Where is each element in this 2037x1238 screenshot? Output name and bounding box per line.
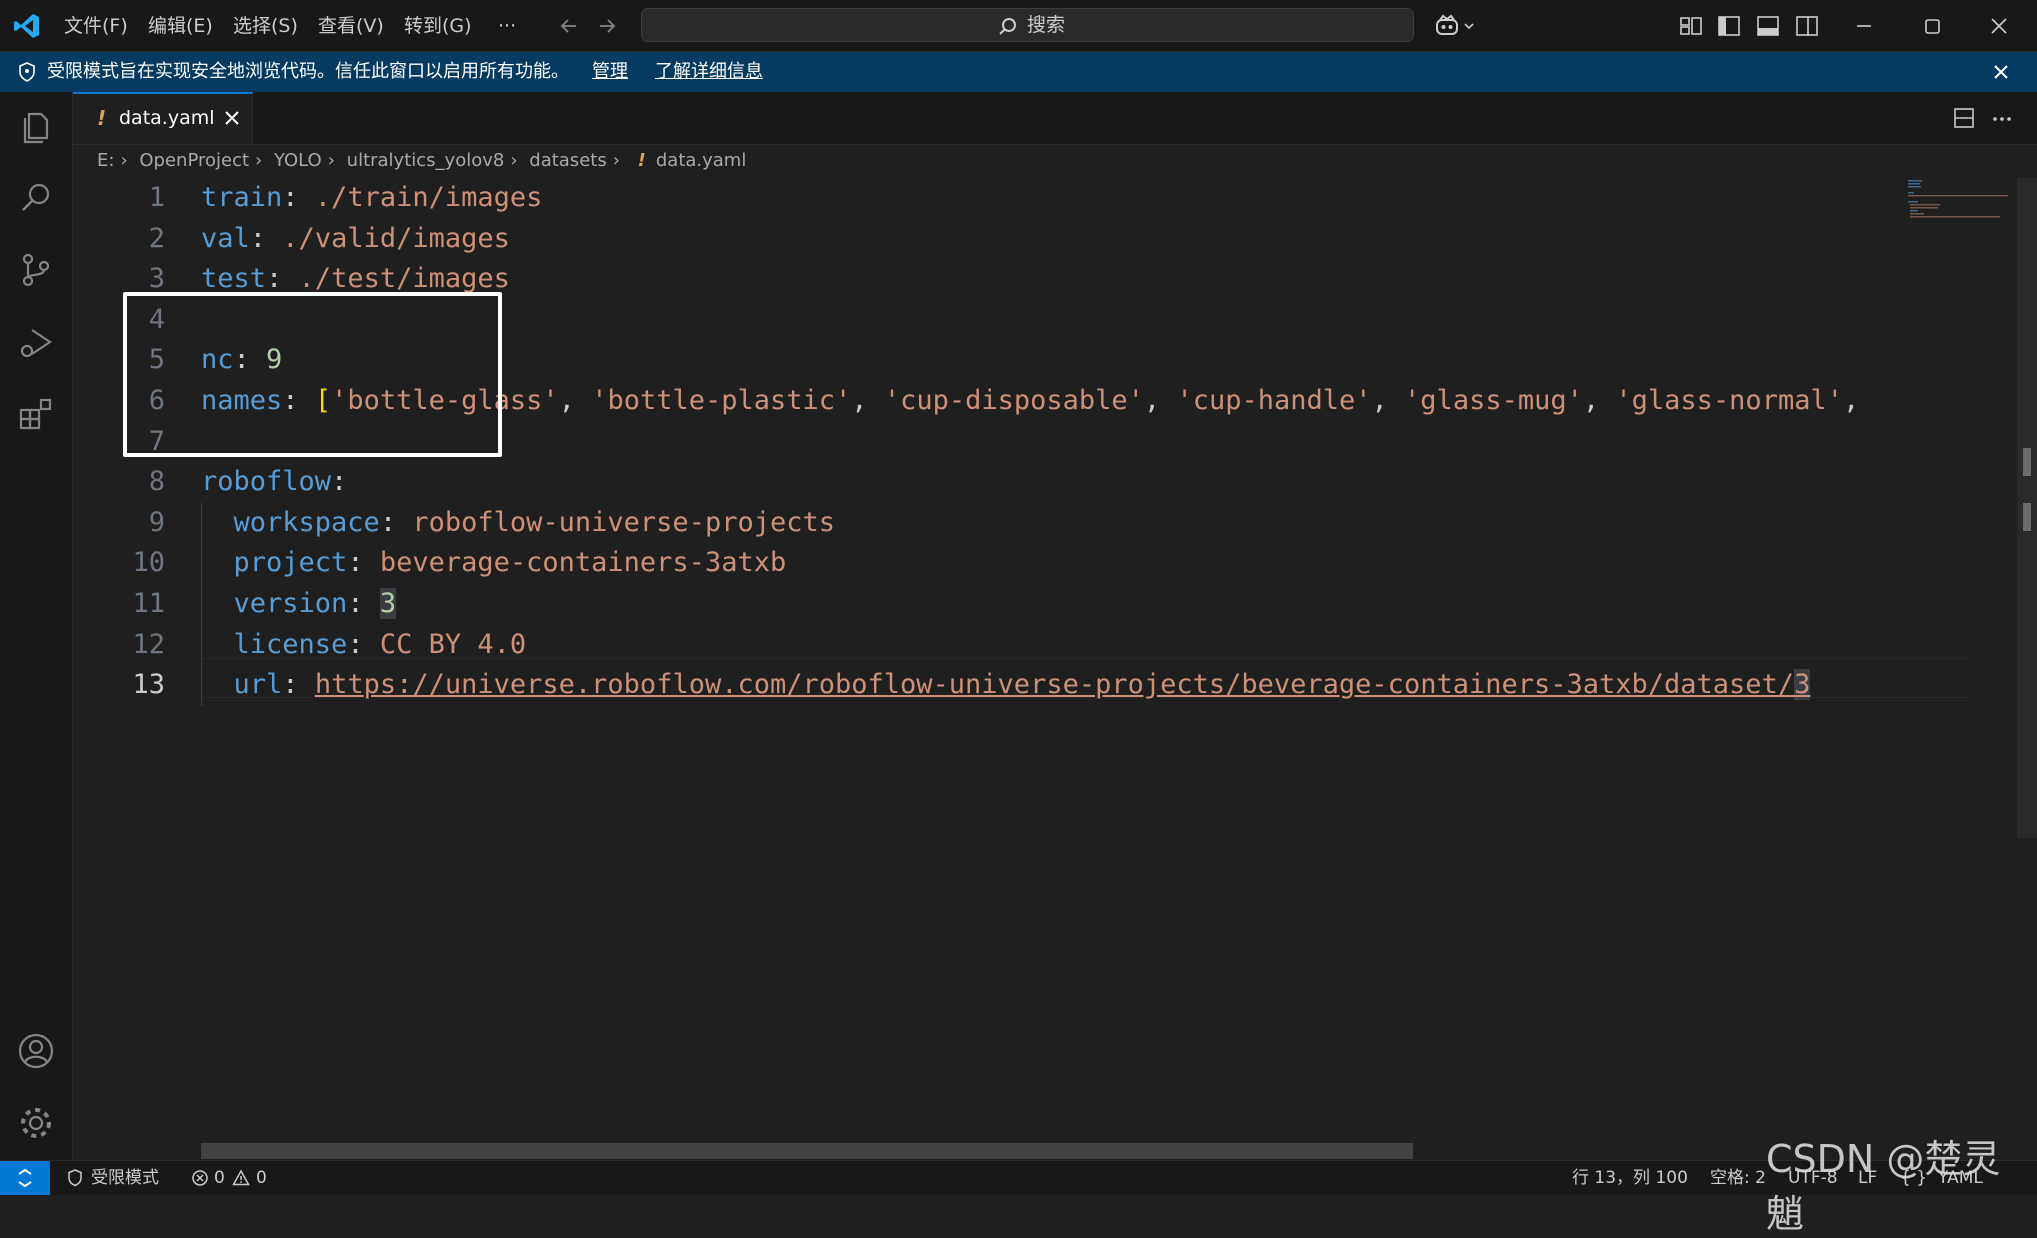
code-line-2: val: ./valid/images [201, 222, 510, 254]
scroll-marker [2023, 448, 2031, 476]
breadcrumb-datasets[interactable]: datasets [529, 150, 606, 171]
code-line-8: roboflow: [201, 466, 348, 498]
split-editor-icon[interactable] [1951, 105, 1977, 131]
menu-edit[interactable]: 编辑(E) [144, 12, 217, 40]
run-debug-icon[interactable] [16, 322, 56, 362]
remote-indicator-button[interactable] [0, 1161, 50, 1195]
scroll-marker [2023, 503, 2031, 531]
search-label: 搜索 [1027, 14, 1066, 36]
breadcrumb: E: › OpenProject › YOLO › ultralytics_yolov… [97, 146, 752, 176]
title-bar: 文件(F) 编辑(E) 选择(S) 查看(V) 转到(G) ··· 搜索 [0, 0, 2037, 52]
command-center-search[interactable]: 搜索 [641, 8, 1414, 42]
shield-icon [66, 1169, 84, 1187]
cursor-position[interactable]: 行 13，列 100 [1572, 1166, 1688, 1190]
line-number: 10 [132, 547, 165, 579]
toggle-panel-icon[interactable] [1755, 13, 1781, 39]
url-link[interactable]: https://universe.roboflow.com/roboflow-u… [315, 669, 1794, 700]
search-icon [997, 16, 1019, 38]
tab-close-icon[interactable] [221, 107, 243, 129]
source-control-icon[interactable] [16, 250, 56, 290]
text-cursor: 3 [1794, 669, 1811, 701]
line-number: 8 [148, 466, 165, 498]
extensions-icon[interactable] [16, 394, 56, 434]
menu-view[interactable]: 查看(V) [314, 12, 388, 40]
menu-file[interactable]: 文件(F) [60, 12, 132, 40]
code-line-12: license: CC BY 4.0 [233, 628, 527, 660]
status-bar: 受限模式 0 0 行 13，列 100 空格: 2 UTF-8 LF { } Y… [0, 1160, 2037, 1195]
restricted-mode-banner: 受限模式旨在实现安全地浏览代码。信任此窗口以启用所有功能。 管理 了解详细信息 [0, 52, 2037, 92]
tab-label: data.yaml [119, 107, 215, 129]
more-actions-icon[interactable] [1989, 105, 2015, 131]
horizontal-scrollbar-thumb[interactable] [201, 1143, 1413, 1159]
warning-icon [232, 1169, 250, 1187]
banner-learn-more-link[interactable]: 了解详细信息 [655, 60, 763, 84]
indentation-setting[interactable]: 空格: 2 [1710, 1166, 1766, 1190]
minimize-button[interactable] [1826, 0, 1902, 51]
code-line-11: version: 3 [233, 588, 397, 619]
tab-data-yaml[interactable]: ! data.yaml [73, 92, 253, 144]
line-number-active: 13 [132, 669, 165, 701]
editor-tab-strip: ! data.yaml [73, 92, 2037, 145]
restricted-mode-status[interactable]: 受限模式 [91, 1166, 159, 1190]
code-line-13: url: https://universe.roboflow.com/robof… [233, 669, 1811, 701]
vscode-logo-icon [13, 12, 41, 40]
menu-go[interactable]: 转到(G) [400, 12, 476, 40]
error-count[interactable]: 0 [214, 1166, 225, 1190]
yaml-file-icon: ! [97, 106, 107, 130]
chevron-right-icon: › [510, 150, 518, 171]
vertical-scrollbar[interactable] [2017, 178, 2037, 838]
breadcrumb-yolo[interactable]: YOLO [274, 150, 322, 171]
breadcrumb-file[interactable]: data.yaml [656, 150, 746, 171]
copilot-icon[interactable] [1434, 13, 1478, 39]
banner-close-icon[interactable] [1990, 61, 2012, 83]
banner-message: 受限模式旨在实现安全地浏览代码。信任此窗口以启用所有功能。 [47, 61, 569, 82]
breadcrumb-ultralytics[interactable]: ultralytics_yolov8 [347, 150, 505, 171]
chevron-right-icon: › [327, 150, 335, 171]
menu-more[interactable]: ··· [494, 12, 520, 40]
line-number: 12 [132, 628, 165, 660]
activity-bar [0, 92, 73, 1160]
line-number: 11 [132, 588, 165, 619]
back-arrow-icon[interactable] [556, 13, 582, 39]
minimap[interactable] [1898, 178, 2018, 578]
error-icon [191, 1169, 209, 1187]
line-number: 9 [148, 506, 165, 538]
chevron-right-icon: › [255, 150, 263, 171]
code-line-9: workspace: roboflow-universe-projects [233, 506, 835, 538]
customize-layout-icon[interactable] [1678, 13, 1704, 39]
code-line-1: train: ./train/images [201, 182, 543, 213]
code-line-10: project: beverage-containers-3atxb [233, 547, 787, 579]
chevron-right-icon: › [612, 150, 620, 171]
explorer-icon[interactable] [16, 106, 56, 146]
banner-manage-link[interactable]: 管理 [592, 60, 628, 84]
toggle-primary-sidebar-icon[interactable] [1716, 13, 1742, 39]
annotation-highlight-box [123, 292, 502, 457]
manage-gear-icon[interactable] [16, 1103, 56, 1143]
search-sidebar-icon[interactable] [16, 178, 56, 218]
breadcrumb-drive[interactable]: E: [97, 150, 114, 171]
menu-selection[interactable]: 选择(S) [229, 12, 302, 40]
maximize-button[interactable] [1894, 0, 1970, 51]
close-window-button[interactable] [1961, 0, 2037, 51]
accounts-icon[interactable] [16, 1031, 56, 1071]
line-number: 2 [148, 222, 165, 254]
yaml-file-icon: ! [637, 150, 646, 171]
warning-count[interactable]: 0 [256, 1166, 267, 1190]
watermark: CSDN @楚灵魈 [1766, 1137, 2001, 1236]
line-number: 1 [148, 182, 165, 213]
forward-arrow-icon[interactable] [594, 13, 620, 39]
shield-icon [16, 61, 38, 83]
breadcrumb-openproject[interactable]: OpenProject [139, 150, 249, 171]
toggle-secondary-sidebar-icon[interactable] [1794, 13, 1820, 39]
chevron-right-icon: › [120, 150, 128, 171]
